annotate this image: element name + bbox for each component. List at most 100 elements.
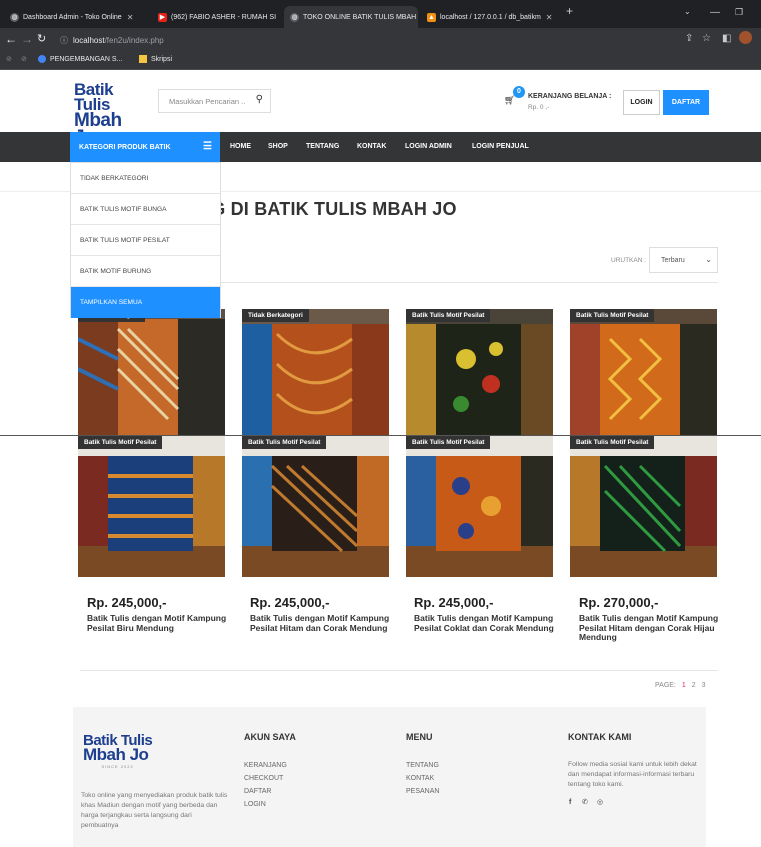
batik-photo bbox=[242, 436, 389, 577]
nav-link-shop[interactable]: SHOP bbox=[268, 143, 288, 150]
footer-account-title: AKUN SAYA bbox=[244, 732, 296, 742]
product-image[interactable]: Batik Tulis Motif Pesilat bbox=[570, 309, 717, 435]
product-category-tag: Batik Tulis Motif Pesilat bbox=[242, 436, 327, 449]
cart-amount: Rp. 0 ,- bbox=[528, 104, 550, 111]
product-category-tag: Batik Tulis Motif Pesilat bbox=[78, 436, 163, 449]
footer-link-checkout[interactable]: CHECKOUT bbox=[244, 775, 283, 782]
chevron-down-icon: ⌄ bbox=[705, 255, 712, 264]
nav-link-kontak[interactable]: KONTAK bbox=[357, 143, 386, 150]
cart-icon: 🛒︎ bbox=[504, 95, 516, 105]
cart-count-badge: 0 bbox=[513, 86, 525, 98]
new-tab-icon[interactable]: + bbox=[566, 4, 573, 18]
product-image[interactable]: Batik Tulis Motif Pesilat bbox=[78, 436, 225, 577]
category-menu-button[interactable]: KATEGORI PRODUK BATIK ☰ bbox=[70, 132, 220, 162]
search-icon[interactable]: ⚲ bbox=[256, 94, 263, 105]
register-button[interactable]: DAFTAR bbox=[663, 90, 709, 115]
nav-link-home[interactable]: HOME bbox=[230, 143, 251, 150]
product-price: Rp. 245,000,- bbox=[87, 595, 167, 610]
site-footer: Batik Tulis Mbah Jo SINCE 2022 Toko onli… bbox=[73, 707, 706, 847]
browser-tab-toko-online[interactable]: ◍ TOKO ONLINE BATIK TULIS MBAH ✕ bbox=[284, 6, 418, 28]
globe-icon: ◍ bbox=[290, 12, 299, 22]
product-category-tag: Batik Tulis Motif Pesilat bbox=[570, 436, 655, 449]
hamburger-icon: ☰ bbox=[203, 141, 212, 152]
whatsapp-icon[interactable]: ✆ bbox=[582, 798, 588, 806]
product-image[interactable]: Tidak Berkategori bbox=[78, 309, 225, 435]
product-category-tag: Batik Tulis Motif Pesilat bbox=[406, 436, 491, 449]
bookmark-skripsi[interactable]: Skripsi bbox=[139, 55, 172, 63]
login-button[interactable]: LOGIN bbox=[623, 90, 660, 115]
product-name[interactable]: Batik Tulis dengan Motif Kampung Pesilat… bbox=[250, 613, 395, 633]
footer-logo[interactable]: Batik Tulis Mbah Jo SINCE 2022 bbox=[83, 733, 153, 769]
nav-link-login-penjual[interactable]: LOGIN PENJUAL bbox=[472, 143, 529, 150]
site-logo[interactable]: Batik Tulis Mbah Jo SINCE 2022 bbox=[74, 81, 144, 153]
category-item-motif-pesilat[interactable]: BATIK TULIS MOTIF PESILAT bbox=[71, 225, 220, 256]
cart-title: KERANJANG BELANJA : bbox=[528, 93, 612, 100]
restore-icon[interactable]: ❐ bbox=[735, 7, 743, 18]
browser-tab-youtube[interactable]: ▶ (962) FABIO ASHER - RUMAH SI ✕ bbox=[152, 6, 282, 28]
page-link-3[interactable]: 3 bbox=[702, 682, 706, 689]
footer-about-text: Toko online yang menyediakan produk bati… bbox=[81, 792, 228, 829]
product-image[interactable]: Batik Tulis Motif Pesilat bbox=[406, 436, 553, 577]
footer-contact-title: KONTAK KAMI bbox=[568, 732, 632, 742]
browser-tab-dashboard[interactable]: ◍ Dashboard Admin - Toko Online ✕ bbox=[4, 6, 149, 28]
forward-icon[interactable]: → bbox=[21, 32, 33, 46]
category-item-motif-bunga[interactable]: BATIK TULIS MOTIF BUNGA bbox=[71, 194, 220, 225]
product-image[interactable]: Tidak Berkategori bbox=[242, 309, 389, 435]
category-item-tidak-berkategori[interactable]: TIDAK BERKATEGORI bbox=[71, 163, 220, 194]
reload-icon[interactable]: ↻ bbox=[37, 32, 46, 45]
facebook-icon[interactable]: f bbox=[569, 799, 571, 806]
product-image[interactable]: Batik Tulis Motif Pesilat bbox=[242, 436, 389, 577]
close-icon[interactable]: ✕ bbox=[127, 13, 134, 22]
batik-photo bbox=[242, 309, 389, 435]
apps-icon-2[interactable]: ⊘ bbox=[21, 55, 27, 63]
page-link-1[interactable]: 1 bbox=[682, 682, 686, 689]
nav-link-tentang[interactable]: TENTANG bbox=[306, 143, 339, 150]
footer-contact-text: Follow media sosial kami untuk lebih dek… bbox=[568, 761, 697, 788]
batik-photo bbox=[570, 309, 717, 435]
tab-search-icon[interactable]: ⌄ bbox=[684, 7, 691, 16]
phpmyadmin-icon: ▲ bbox=[427, 12, 436, 22]
minimize-icon[interactable]: — bbox=[710, 7, 720, 18]
category-item-show-all[interactable]: TAMPILKAN SEMUA bbox=[71, 287, 220, 318]
footer-link-kontak[interactable]: KONTAK bbox=[406, 775, 434, 782]
footer-link-keranjang[interactable]: KERANJANG bbox=[244, 762, 287, 769]
nav-link-login-admin[interactable]: LOGIN ADMIN bbox=[405, 143, 452, 150]
star-icon[interactable]: ☆ bbox=[702, 33, 711, 44]
pagination: PAGE: 1 2 3 bbox=[655, 682, 706, 689]
page-link-2[interactable]: 2 bbox=[692, 682, 696, 689]
product-name[interactable]: Batik Tulis dengan Motif Kampung Pesilat… bbox=[87, 613, 232, 633]
sidepanel-icon[interactable]: ◧ bbox=[722, 33, 731, 44]
instagram-icon[interactable]: ◎ bbox=[597, 798, 603, 806]
footer-link-login[interactable]: LOGIN bbox=[244, 801, 266, 808]
batik-photo bbox=[570, 436, 717, 577]
batik-photo bbox=[406, 309, 553, 435]
share-icon[interactable]: ⇪ bbox=[685, 33, 693, 44]
category-item-motif-burung[interactable]: BATIK MOTIF BURUNG bbox=[71, 256, 220, 287]
product-image[interactable]: Batik Tulis Motif Pesilat bbox=[570, 436, 717, 577]
apps-icon[interactable]: ⊘ bbox=[6, 55, 12, 63]
info-icon[interactable]: ⓘ bbox=[60, 35, 68, 46]
batik-photo bbox=[78, 436, 225, 577]
browser-tab-phpmyadmin[interactable]: ▲ localhost / 127.0.0.1 / db_batikm ✕ bbox=[421, 6, 559, 28]
divider bbox=[80, 670, 718, 671]
footer-link-tentang[interactable]: TENTANG bbox=[406, 762, 439, 769]
search-input[interactable]: Masukkan Pencarian .. ⚲ bbox=[158, 89, 271, 113]
footer-link-pesanan[interactable]: PESANAN bbox=[406, 788, 439, 795]
product-price: Rp. 245,000,- bbox=[414, 595, 494, 610]
close-icon[interactable]: ✕ bbox=[546, 13, 553, 22]
bookmark-pengembangan[interactable]: PENGEMBANGAN S... bbox=[38, 55, 122, 63]
product-name[interactable]: Batik Tulis dengan Motif Kampung Pesilat… bbox=[414, 613, 559, 633]
close-icon[interactable]: ✕ bbox=[281, 13, 282, 22]
footer-link-daftar[interactable]: DAFTAR bbox=[244, 788, 271, 795]
globe-icon: ◍ bbox=[10, 12, 19, 22]
back-icon[interactable]: ← bbox=[5, 32, 17, 46]
product-name[interactable]: Batik Tulis dengan Motif Kampung Pesilat… bbox=[579, 613, 724, 643]
browser-tab-bar: ◍ Dashboard Admin - Toko Online ✕ ▶ (962… bbox=[0, 0, 761, 28]
cart-widget[interactable]: 🛒︎ 0 KERANJANG BELANJA : Rp. 0 ,- bbox=[502, 86, 622, 116]
sort-select[interactable]: Terbaru ⌄ bbox=[649, 247, 718, 273]
category-dropdown: TIDAK BERKATEGORI BATIK TULIS MOTIF BUNG… bbox=[70, 162, 221, 318]
url-field[interactable]: ⓘ localhost/fen2u/index.php bbox=[54, 31, 654, 49]
profile-avatar[interactable] bbox=[739, 31, 752, 44]
sort-label: URUTKAN : bbox=[611, 257, 647, 264]
product-image[interactable]: Batik Tulis Motif Pesilat bbox=[406, 309, 553, 435]
